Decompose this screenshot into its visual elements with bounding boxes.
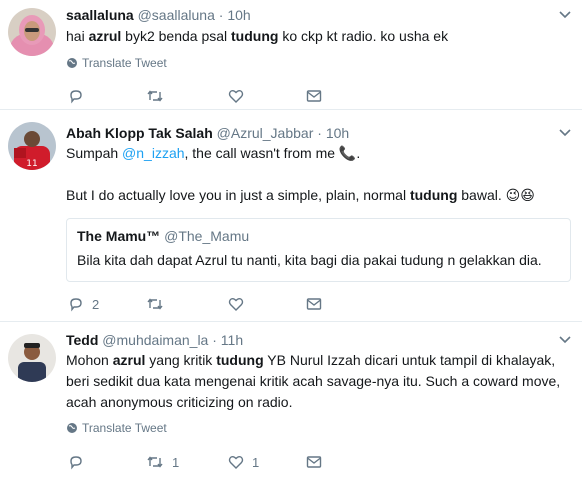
display-name[interactable]: Tedd bbox=[66, 332, 98, 348]
like-button[interactable] bbox=[228, 294, 252, 314]
text-run: YB Nurul Izzah dicari untuk tampil di kh… bbox=[263, 352, 556, 368]
phone-emoji: 📞 bbox=[338, 145, 357, 161]
tweet-line: But I do actually love you in just a sim… bbox=[66, 185, 570, 206]
like-icon bbox=[228, 90, 244, 103]
like-icon bbox=[228, 456, 244, 469]
tweet-actions bbox=[66, 86, 346, 106]
tweet[interactable]: saallaluna @saallaluna · 10h hai azrul b… bbox=[0, 0, 582, 110]
separator-dot: · bbox=[212, 332, 217, 348]
like-button[interactable] bbox=[228, 86, 252, 106]
highlighted-keyword: tudung bbox=[231, 28, 279, 44]
reply-icon bbox=[70, 298, 82, 312]
like-button[interactable]: 1 bbox=[228, 452, 259, 472]
quoted-tweet-header: The Mamu™ @The_Mamu bbox=[77, 227, 249, 245]
retweet-icon bbox=[147, 298, 163, 310]
retweet-icon bbox=[147, 456, 163, 468]
message-icon bbox=[306, 456, 322, 468]
separator-dot: · bbox=[317, 125, 322, 141]
quoted-tweet[interactable]: The Mamu™ @The_Mamu Bila kita dah dapat … bbox=[66, 218, 571, 282]
text-run: , the call wasn't from me bbox=[184, 145, 339, 161]
retweet-button[interactable] bbox=[146, 86, 172, 106]
reply-icon bbox=[70, 456, 82, 470]
like-count: 1 bbox=[252, 454, 260, 470]
globe-icon bbox=[67, 58, 77, 68]
user-handle[interactable]: @Azrul_Jabbar bbox=[217, 125, 314, 141]
highlighted-keyword: azrul bbox=[112, 352, 146, 368]
quoted-tweet-text: Bila kita dah dapat Azrul tu nanti, kita… bbox=[77, 252, 542, 268]
retweet-count: 1 bbox=[172, 454, 180, 470]
tweet-text: Sumpah @n_izzah, the call wasn't from me… bbox=[66, 143, 570, 206]
avatar[interactable] bbox=[8, 334, 56, 382]
reply-button[interactable] bbox=[68, 452, 92, 472]
text-run: But I do actually love you in just a sim… bbox=[66, 187, 410, 203]
highlighted-keyword: azrul bbox=[88, 28, 122, 44]
tweet-line: acah anonymous criticizing on radio. bbox=[66, 392, 570, 413]
text-run: yang kritik bbox=[145, 352, 217, 368]
text-run: ko ckp kt radio. ko usha ek bbox=[278, 28, 449, 44]
avatar[interactable] bbox=[8, 8, 56, 56]
timestamp[interactable]: 11h bbox=[221, 332, 243, 348]
direct-message-button[interactable] bbox=[306, 294, 322, 314]
text-run: acah anonymous criticizing on radio. bbox=[66, 394, 293, 410]
caret-down-icon[interactable] bbox=[558, 335, 572, 345]
line-end: . bbox=[356, 145, 361, 161]
avatar[interactable]: 11 bbox=[8, 122, 56, 170]
translate-tweet-link[interactable]: Translate Tweet bbox=[66, 56, 167, 70]
like-icon bbox=[228, 298, 244, 311]
reply-button[interactable] bbox=[68, 86, 92, 106]
translate-label[interactable]: Translate Tweet bbox=[82, 421, 167, 435]
timestamp[interactable]: 10h bbox=[227, 7, 250, 23]
message-icon bbox=[306, 90, 322, 102]
timestamp[interactable]: 10h bbox=[326, 125, 349, 141]
quoted-user-handle[interactable]: @The_Mamu bbox=[164, 228, 249, 244]
tweet[interactable]: 11 Abah Klopp Tak Salah @Azrul_Jabbar · … bbox=[0, 110, 582, 322]
tweet-actions: 2 bbox=[66, 294, 346, 314]
text-run: beri sedikit dua kata mengenai kritik ac… bbox=[66, 373, 561, 389]
tweet-header: Abah Klopp Tak Salah @Azrul_Jabbar · 10h bbox=[66, 124, 349, 142]
tweet-line: beri sedikit dua kata mengenai kritik ac… bbox=[66, 371, 570, 392]
tweet-text: Mohon azrul yang kritik tudung YB Nurul … bbox=[66, 350, 570, 413]
caret-down-icon[interactable] bbox=[558, 10, 572, 20]
wink-laugh-emoji: 😉😆 bbox=[505, 187, 535, 203]
tweet-header: saallaluna @saallaluna · 10h bbox=[66, 6, 251, 24]
tweet-text: hai azrul byk2 benda psal tudung ko ckp … bbox=[66, 26, 570, 47]
globe-icon bbox=[67, 423, 77, 433]
highlighted-keyword: tudung bbox=[216, 352, 264, 368]
caret-down-icon[interactable] bbox=[558, 128, 572, 138]
retweet-icon bbox=[147, 90, 163, 102]
reply-icon bbox=[70, 90, 82, 104]
text-run: Sumpah bbox=[66, 145, 123, 161]
tweet-line: Mohon azrul yang kritik tudung YB Nurul … bbox=[66, 350, 570, 371]
reply-button[interactable]: 2 bbox=[68, 294, 99, 314]
display-name[interactable]: saallaluna bbox=[66, 7, 134, 23]
svg-text:11: 11 bbox=[26, 159, 37, 169]
retweet-button[interactable] bbox=[146, 294, 172, 314]
tweet-header: Tedd @muhdaiman_la · 11h bbox=[66, 331, 243, 349]
tweet[interactable]: Tedd @muhdaiman_la · 11h Mohon azrul yan… bbox=[0, 322, 582, 482]
tweet-line: Sumpah @n_izzah, the call wasn't from me… bbox=[66, 143, 570, 164]
direct-message-button[interactable] bbox=[306, 452, 322, 472]
user-handle[interactable]: @saallaluna bbox=[138, 7, 215, 23]
translate-label[interactable]: Translate Tweet bbox=[82, 56, 167, 70]
direct-message-button[interactable] bbox=[306, 86, 322, 106]
text-run: hai bbox=[66, 28, 89, 44]
tweet-actions: 1 1 bbox=[66, 452, 346, 472]
mention-link[interactable]: @n_izzah bbox=[122, 145, 184, 161]
translate-tweet-link[interactable]: Translate Tweet bbox=[66, 421, 167, 435]
text-run: byk2 benda psal bbox=[121, 28, 232, 44]
display-name[interactable]: Abah Klopp Tak Salah bbox=[66, 125, 213, 141]
highlighted-keyword: tudung bbox=[409, 187, 458, 203]
tweet-feed: saallaluna @saallaluna · 10h hai azrul b… bbox=[0, 0, 582, 482]
text-run: Mohon bbox=[66, 352, 113, 368]
message-icon bbox=[306, 298, 322, 310]
quoted-display-name[interactable]: The Mamu™ bbox=[77, 228, 160, 244]
separator-dot: · bbox=[218, 7, 224, 23]
reply-count: 2 bbox=[92, 296, 100, 312]
user-handle[interactable]: @muhdaiman_la bbox=[102, 332, 208, 348]
text-run: bawal. bbox=[457, 187, 506, 203]
retweet-button[interactable]: 1 bbox=[146, 452, 179, 472]
